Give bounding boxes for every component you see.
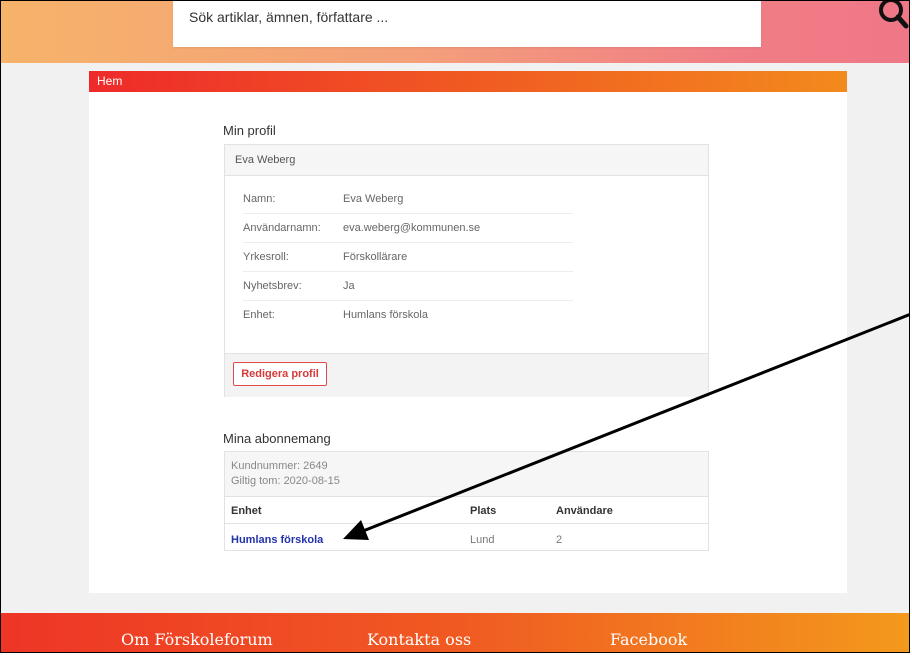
profile-value: Eva Weberg <box>343 193 404 205</box>
breadcrumb-home-link[interactable]: Hem <box>97 74 122 88</box>
table-cell-users: 2 <box>556 534 563 546</box>
breadcrumb: Hem <box>89 71 847 92</box>
profile-label: Enhet: <box>243 309 275 321</box>
profile-label: Namn: <box>243 193 276 205</box>
site-footer: Om Förskoleforum Kontakta oss Facebook <box>1 613 909 652</box>
subscriptions-section-title: Mina abonnemang <box>223 431 331 446</box>
footer-link-facebook[interactable]: Facebook <box>610 630 687 649</box>
profile-header-name: Eva Weberg <box>235 154 296 166</box>
column-header-users: Användare <box>556 505 613 517</box>
profile-row-newsletter: Nyhetsbrev: Ja <box>243 271 573 301</box>
table-row: Humlans förskola Lund 2 <box>225 524 708 550</box>
profile-panel: Eva Weberg Namn: Eva Weberg Användarnamn… <box>224 144 709 397</box>
profile-row-role: Yrkesroll: Förskollärare <box>243 242 573 272</box>
unit-link[interactable]: Humlans förskola <box>231 534 323 546</box>
footer-link-contact[interactable]: Kontakta oss <box>367 630 471 649</box>
search-bar <box>173 1 909 47</box>
subscriptions-table-header: Enhet Plats Användare <box>225 497 708 524</box>
search-icon[interactable] <box>873 1 909 35</box>
profile-value: Humlans förskola <box>343 309 428 321</box>
column-header-place: Plats <box>470 505 497 517</box>
footer-link-about[interactable]: Om Förskoleforum <box>121 630 273 649</box>
profile-panel-header: Eva Weberg <box>225 145 708 176</box>
main-content: Hem Min profil Eva Weberg Namn: Eva Webe… <box>89 71 847 593</box>
profile-row-name: Namn: Eva Weberg <box>243 184 573 214</box>
profile-value: Förskollärare <box>343 251 408 263</box>
column-header-unit: Enhet <box>231 505 262 517</box>
profile-row-unit: Enhet: Humlans förskola <box>243 300 573 329</box>
search-input[interactable] <box>189 3 669 31</box>
subscriptions-panel: Kundnummer: 2649 Giltig tom: 2020-08-15 … <box>224 451 709 551</box>
site-header <box>1 1 909 63</box>
profile-section-title: Min profil <box>223 123 276 138</box>
profile-value: eva.weberg@kommunen.se <box>343 222 481 234</box>
valid-until: Giltig tom: 2020-08-15 <box>231 475 340 487</box>
profile-value: Ja <box>343 280 355 292</box>
profile-row-username: Användarnamn: eva.weberg@kommunen.se <box>243 213 573 243</box>
page-frame: Hem Min profil Eva Weberg Namn: Eva Webe… <box>0 0 910 653</box>
table-cell-place: Lund <box>470 534 495 546</box>
customer-number: Kundnummer: 2649 <box>231 460 328 472</box>
profile-label: Användarnamn: <box>243 222 321 234</box>
profile-panel-footer: Redigera profil <box>225 353 708 397</box>
subscriptions-panel-header: Kundnummer: 2649 Giltig tom: 2020-08-15 <box>225 452 708 497</box>
profile-label: Nyhetsbrev: <box>243 280 302 292</box>
profile-label: Yrkesroll: <box>243 251 289 263</box>
edit-profile-button[interactable]: Redigera profil <box>233 362 327 386</box>
